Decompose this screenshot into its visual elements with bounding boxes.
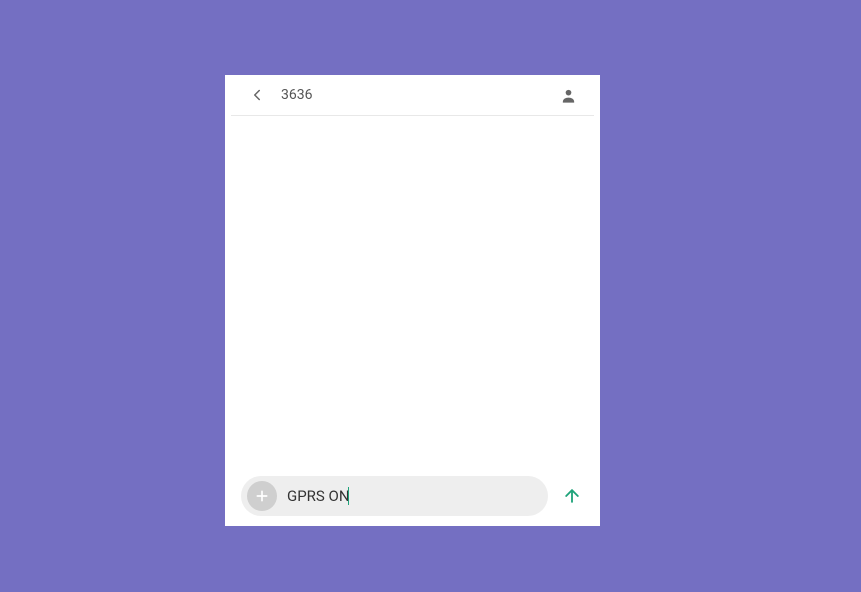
contact-title: 3636 xyxy=(281,87,554,103)
compose-pill: GPRS ON xyxy=(241,476,548,516)
message-input-text: GPRS ON xyxy=(287,487,350,505)
messages-list[interactable] xyxy=(225,116,600,472)
message-input[interactable]: GPRS ON xyxy=(287,487,542,505)
messaging-app-screen: 3636 GPRS ON xyxy=(225,75,600,526)
plus-icon xyxy=(254,488,270,504)
text-caret xyxy=(348,487,349,505)
attach-button[interactable] xyxy=(247,481,277,511)
compose-area: GPRS ON xyxy=(225,472,600,526)
back-button[interactable] xyxy=(239,77,275,113)
contact-info-button[interactable] xyxy=(554,81,582,109)
send-button[interactable] xyxy=(556,480,588,512)
conversation-header: 3636 xyxy=(231,75,594,116)
arrow-up-icon xyxy=(562,486,582,506)
chevron-left-icon xyxy=(248,86,266,104)
person-icon xyxy=(560,87,577,104)
